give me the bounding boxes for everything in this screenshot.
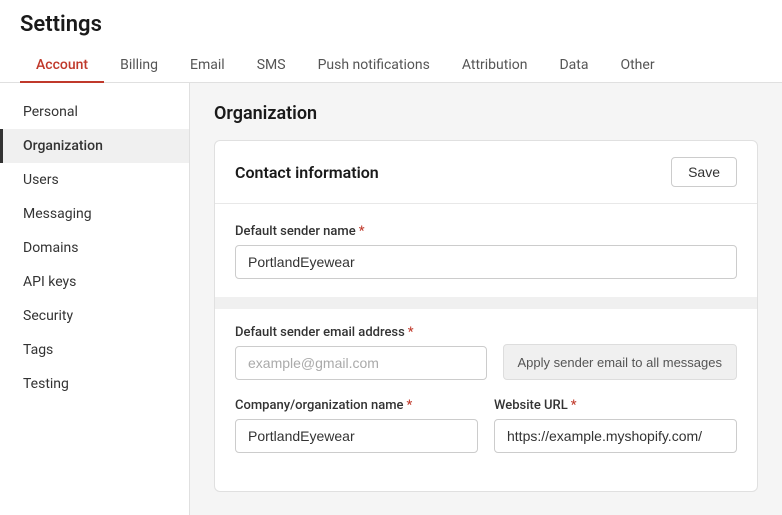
card-title: Contact information <box>235 163 379 182</box>
sender-email-label: Default sender email address* <box>235 325 487 340</box>
sender-name-input[interactable] <box>235 245 737 279</box>
divider <box>215 297 757 309</box>
sender-name-group: Default sender name* <box>235 224 737 279</box>
website-url-group: Website URL* <box>494 398 737 453</box>
contact-info-card: Contact information Save Default sender … <box>214 140 758 492</box>
sidebar-item-users[interactable]: Users <box>0 163 189 197</box>
tab-other[interactable]: Other <box>604 49 670 83</box>
top-nav: Account Billing Email SMS Push notificat… <box>20 49 762 82</box>
sender-email-input[interactable] <box>235 346 487 380</box>
tab-billing[interactable]: Billing <box>104 49 174 83</box>
sidebar-item-domains[interactable]: Domains <box>0 231 189 265</box>
tab-email[interactable]: Email <box>174 49 241 83</box>
card-body: Default sender name* Default sender emai… <box>215 204 757 491</box>
tab-sms[interactable]: SMS <box>241 49 302 83</box>
main-content: Organization Contact information Save De… <box>190 83 782 515</box>
sidebar-item-personal[interactable]: Personal <box>0 95 189 129</box>
save-button[interactable]: Save <box>671 157 737 187</box>
sidebar-item-messaging[interactable]: Messaging <box>0 197 189 231</box>
sidebar-item-organization[interactable]: Organization <box>0 129 189 163</box>
section-title: Organization <box>214 103 758 124</box>
website-url-input[interactable] <box>494 419 737 453</box>
sender-email-group: Default sender email address* <box>235 325 487 380</box>
required-mark: * <box>359 224 365 239</box>
sidebar-item-security[interactable]: Security <box>0 299 189 333</box>
sidebar-item-api-keys[interactable]: API keys <box>0 265 189 299</box>
website-url-label: Website URL* <box>494 398 737 413</box>
company-name-input[interactable] <box>235 419 478 453</box>
company-website-row: Company/organization name* Website URL* <box>235 398 737 471</box>
sidebar-item-tags[interactable]: Tags <box>0 333 189 367</box>
tab-attribution[interactable]: Attribution <box>446 49 544 83</box>
sidebar-item-testing[interactable]: Testing <box>0 367 189 401</box>
company-name-group: Company/organization name* <box>235 398 478 453</box>
tab-account[interactable]: Account <box>20 49 104 83</box>
tab-data[interactable]: Data <box>543 49 604 83</box>
sender-name-label: Default sender name* <box>235 224 737 239</box>
card-header: Contact information Save <box>215 141 757 204</box>
page-title: Settings <box>20 12 762 37</box>
company-name-label: Company/organization name* <box>235 398 478 413</box>
tab-push[interactable]: Push notifications <box>302 49 446 83</box>
sidebar: Personal Organization Users Messaging Do… <box>0 83 190 515</box>
apply-sender-email-button[interactable]: Apply sender email to all messages <box>503 344 738 380</box>
sender-email-row: Default sender email address* Apply send… <box>235 325 737 398</box>
